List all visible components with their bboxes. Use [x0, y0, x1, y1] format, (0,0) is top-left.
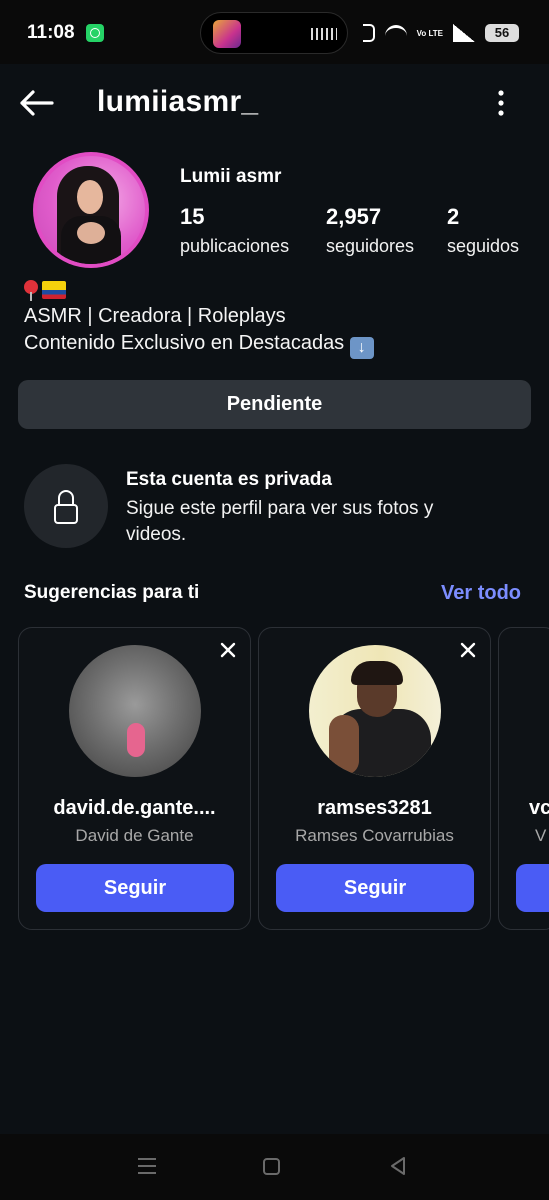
- media-thumbnail-icon: [213, 20, 241, 48]
- man-photo: [309, 645, 441, 777]
- profile-photo: [37, 156, 145, 264]
- suggestion-card[interactable]: ramses3281 Ramses Covarrubias Seguir: [258, 627, 491, 930]
- stat-posts[interactable]: 15 publicaciones: [180, 204, 289, 257]
- stat-posts-value: 15: [180, 204, 205, 229]
- profile-avatar[interactable]: [33, 152, 149, 268]
- suggestion-full-name: Ramses Covarrubias: [295, 826, 454, 845]
- status-time: 11:08: [27, 22, 75, 43]
- close-icon[interactable]: [460, 642, 476, 658]
- stat-posts-label: publicaciones: [180, 236, 290, 256]
- back-arrow-icon[interactable]: [18, 89, 54, 117]
- bluetooth-icon: [362, 24, 375, 42]
- private-account-description: Sigue este perfil para ver sus fotos y v…: [126, 498, 434, 545]
- whatsapp-notification-icon: [86, 24, 104, 42]
- back-triangle-icon[interactable]: [388, 1156, 408, 1176]
- see-all-link[interactable]: Ver todo: [441, 582, 521, 605]
- dynamic-island[interactable]: [200, 12, 348, 54]
- stat-following-value: 2: [447, 204, 460, 229]
- suggestion-username[interactable]: david.de.gante....: [19, 797, 250, 820]
- cat-photo: [69, 645, 201, 777]
- suggestion-full-name: David de Gante: [75, 826, 194, 845]
- more-options-icon[interactable]: [496, 88, 506, 118]
- audio-wave-icon: [311, 28, 337, 40]
- follow-button[interactable]: Seguir: [36, 864, 234, 912]
- wifi-icon: [384, 25, 407, 41]
- stat-followers-value: 2,957: [326, 204, 382, 229]
- suggestion-username[interactable]: ramses3281: [259, 797, 490, 820]
- home-icon[interactable]: [263, 1158, 280, 1175]
- system-nav-bar: [0, 1134, 549, 1200]
- stat-followers-label: seguidores: [326, 236, 415, 256]
- arrow-down-icon: ↓: [349, 337, 374, 359]
- suggestion-card[interactable]: david.de.gante.... David de Gante Seguir: [18, 627, 251, 930]
- bio-line-1: ASMR | Creadora | Roleplays: [24, 305, 286, 327]
- profile-header: lumiiasmr_: [0, 64, 549, 142]
- status-icons: Vo LTE 56: [362, 22, 519, 44]
- recent-apps-icon[interactable]: [138, 1158, 156, 1174]
- private-account-title: Esta cuenta es privada: [126, 469, 332, 490]
- suggestions-title: Sugerencias para ti: [24, 582, 200, 603]
- close-icon[interactable]: [220, 642, 236, 658]
- page-title-username: lumiiasmr_: [97, 85, 259, 118]
- lock-badge: [24, 464, 108, 548]
- follow-button[interactable]: [516, 864, 549, 912]
- signal-icon: [453, 24, 475, 42]
- bio-line-2-text: Contenido Exclusivo en Destacadas: [24, 332, 345, 354]
- volte-indicator: Vo LTE: [416, 28, 443, 38]
- pin-icon: [24, 280, 38, 301]
- stat-following[interactable]: 2 seguidos: [447, 204, 519, 257]
- profile-bio: ASMR | Creadora | Roleplays Contenido Ex…: [24, 277, 374, 359]
- suggestion-full-name: V: [535, 826, 547, 845]
- suggestion-username[interactable]: vc: [529, 797, 549, 820]
- pending-button[interactable]: Pendiente: [18, 380, 531, 429]
- suggestion-avatar[interactable]: [309, 645, 441, 777]
- follow-button[interactable]: Seguir: [276, 864, 474, 912]
- suggestion-card-partial[interactable]: vc V: [498, 627, 549, 930]
- battery-indicator: 56: [485, 24, 519, 42]
- display-name: Lumii asmr: [180, 166, 282, 187]
- bio-emoji-line: [24, 277, 374, 303]
- colombia-flag-icon: [42, 281, 66, 299]
- stat-followers[interactable]: 2,957 seguidores: [326, 204, 414, 257]
- suggestion-avatar[interactable]: [69, 645, 201, 777]
- bio-line-2: Contenido Exclusivo en Destacadas ↓: [24, 330, 374, 359]
- stat-following-label: seguidos: [447, 236, 520, 256]
- status-bar: 11:08 Vo LTE 56: [0, 0, 549, 64]
